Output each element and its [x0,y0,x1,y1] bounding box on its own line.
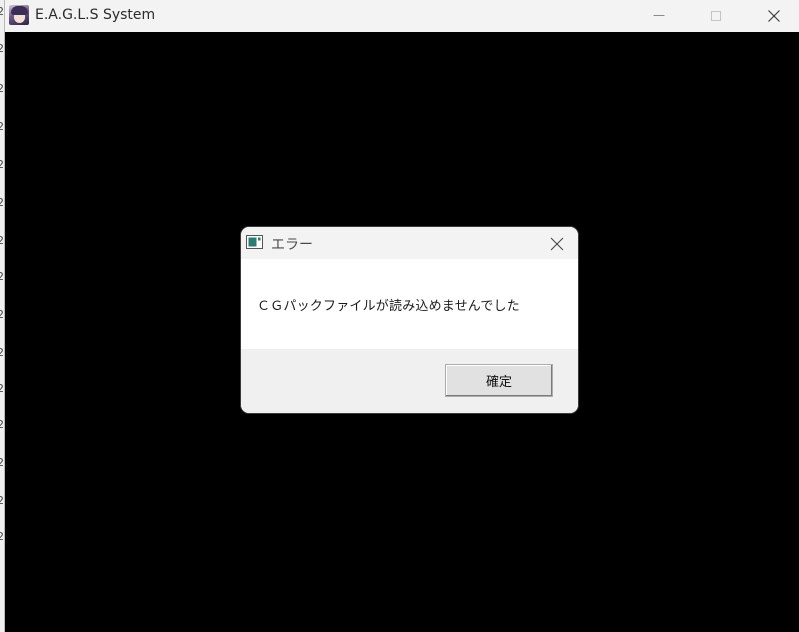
app-character-icon[interactable] [9,5,29,25]
close-button[interactable] [751,0,797,32]
error-dialog: エラー ＣＧパックファイルが読み込めませんでした 確定 [241,227,578,413]
minimize-button[interactable] [636,0,682,32]
dialog-body: ＣＧパックファイルが読み込めませんでした [241,259,578,349]
window-title: E.A.G.L.S System [35,7,156,23]
ok-button[interactable]: 確定 [445,364,553,397]
dialog-footer: 確定 [241,349,578,413]
application-window-icon [246,235,263,249]
minimize-icon [653,15,665,16]
maximize-icon [711,11,721,21]
close-icon [768,10,780,22]
dialog-titlebar[interactable]: エラー [241,227,578,259]
dialog-close-button[interactable] [537,227,578,259]
desktop: 2 2 2 2 2 2 2 2 2 2 2 2 2 2 2 E.A.G.L.S … [0,0,799,632]
error-message: ＣＧパックファイルが読み込めませんでした [257,299,520,314]
maximize-button[interactable] [693,0,739,32]
close-icon [550,237,564,251]
window-titlebar[interactable]: E.A.G.L.S System [5,0,799,32]
dialog-title: エラー [271,237,313,253]
